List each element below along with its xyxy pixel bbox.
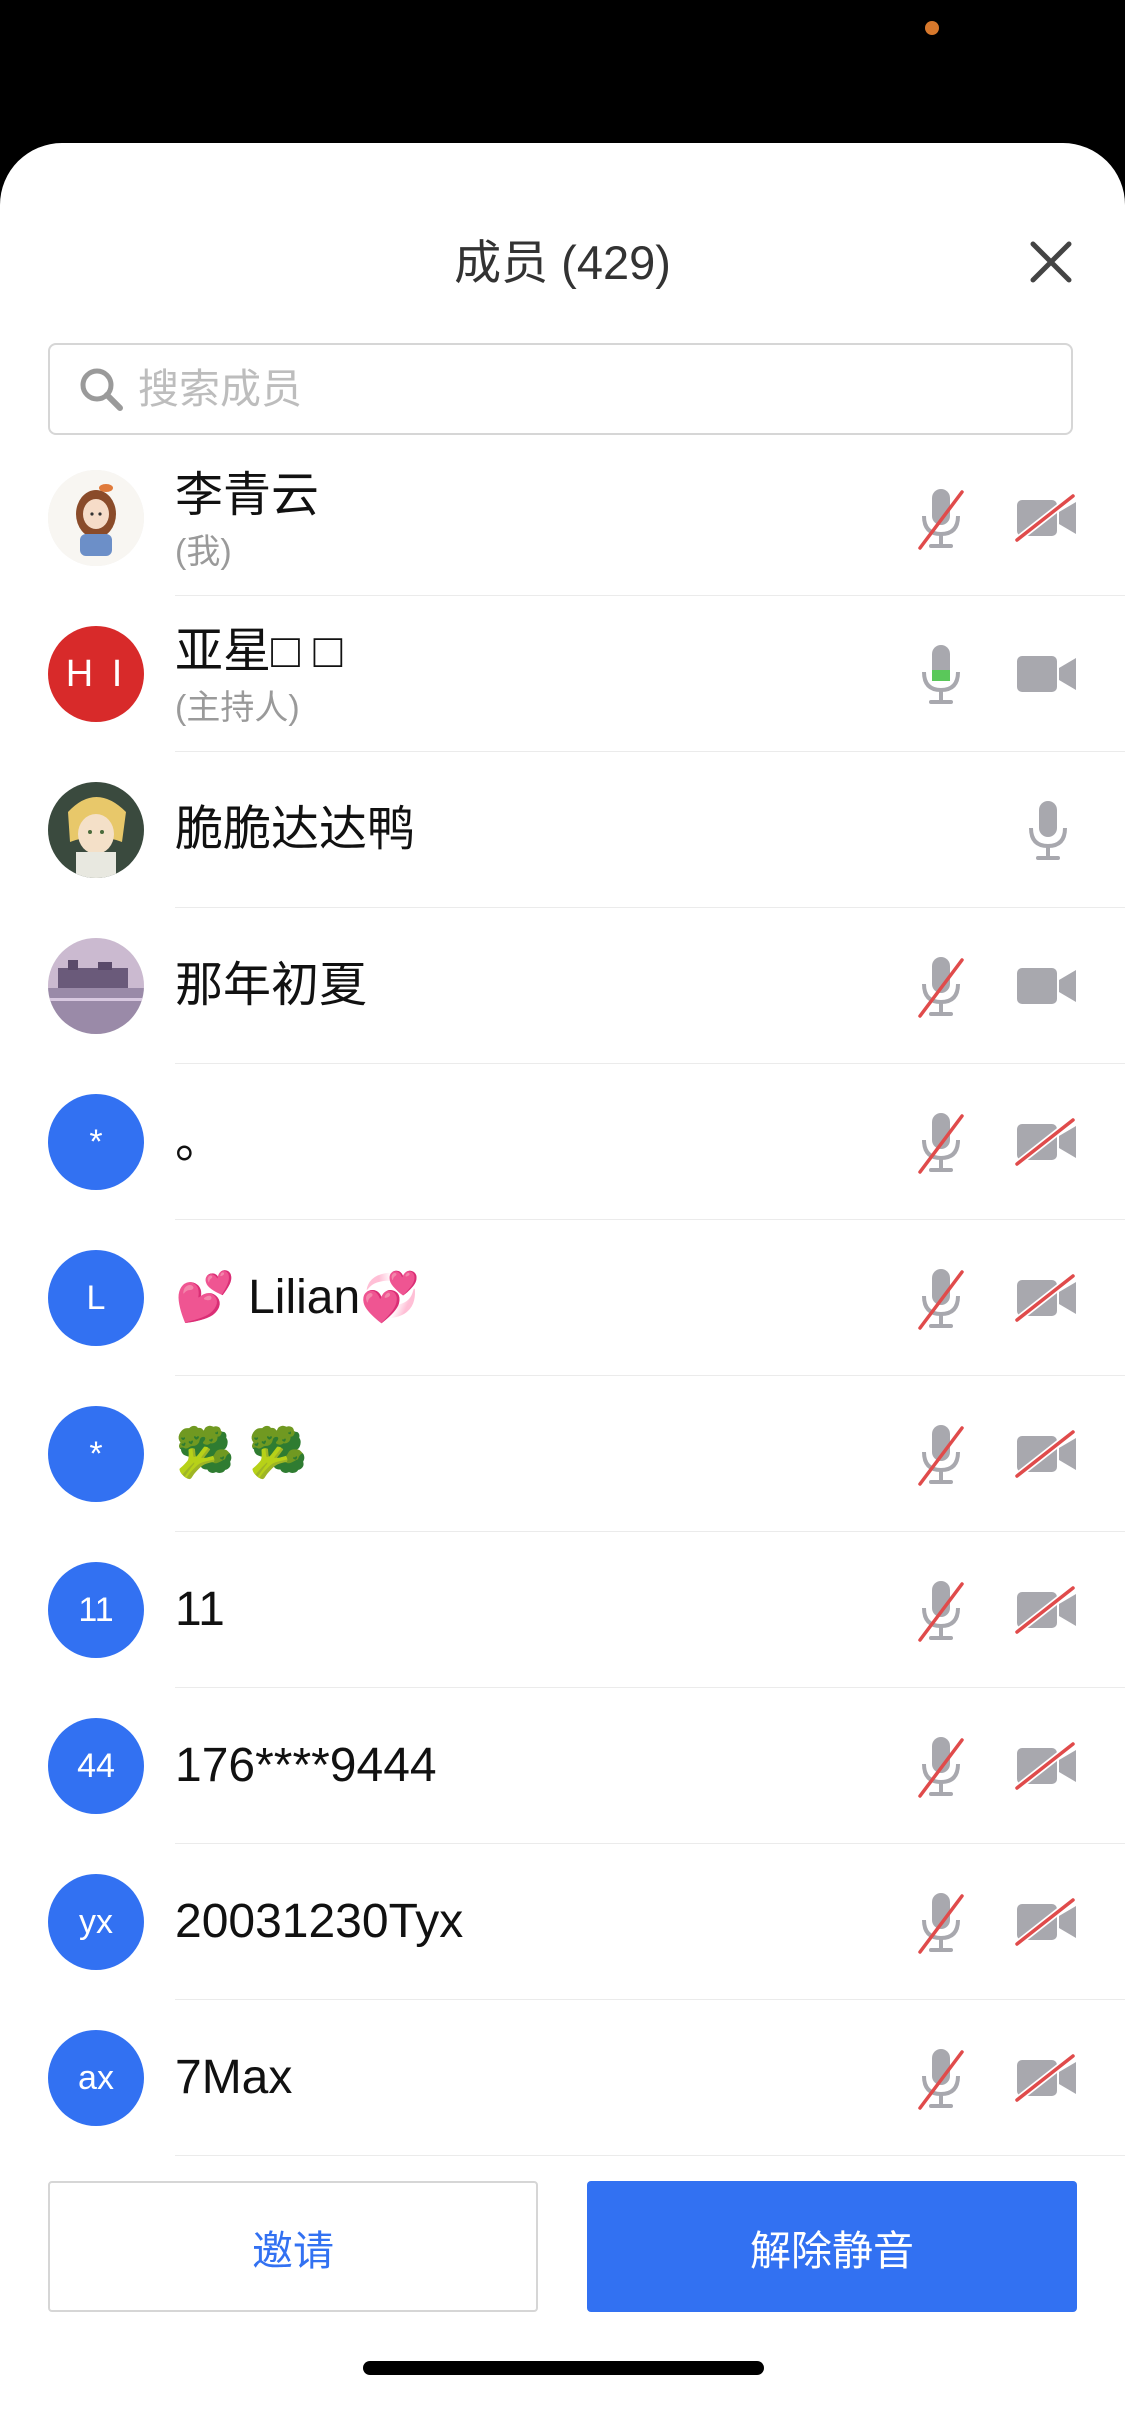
mic-muted-icon[interactable] <box>916 1578 966 1644</box>
member-row[interactable]: 44 176****9444 <box>0 1688 1125 1844</box>
microphone-icon[interactable] <box>916 642 966 708</box>
member-name: 11 <box>175 1583 225 1636</box>
recording-indicator-dot <box>925 21 939 35</box>
avatar <box>48 938 144 1034</box>
camera-icon[interactable] <box>1015 962 1078 1010</box>
avatar: yx <box>48 1874 144 1970</box>
row-divider <box>175 2155 1125 2156</box>
avatar-initials: L <box>86 1278 106 1317</box>
avatar: 11 <box>48 1562 144 1658</box>
avatar <box>48 470 144 566</box>
avatar-initials: 11 <box>78 1590 114 1629</box>
member-row[interactable]: 李青云 (我) <box>0 440 1125 596</box>
avatar: L <box>48 1250 144 1346</box>
member-name: 亚星□ □ <box>175 625 343 678</box>
member-name: 7Max <box>175 2051 293 2104</box>
member-role: (主持人) <box>175 689 300 727</box>
mic-muted-icon[interactable] <box>916 954 966 1020</box>
camera-off-icon[interactable] <box>1014 2053 1078 2103</box>
microphone-icon[interactable] <box>1023 798 1073 864</box>
member-row[interactable]: L 💕 Lilian💞 <box>0 1220 1125 1376</box>
member-name: 李青云 <box>175 469 320 522</box>
member-row[interactable]: *。 <box>0 1064 1125 1220</box>
member-row[interactable]: 11 11 <box>0 1532 1125 1688</box>
member-role: (我) <box>175 533 232 571</box>
camera-icon[interactable] <box>1015 650 1078 698</box>
mic-muted-icon[interactable] <box>916 2046 966 2112</box>
member-row[interactable]: 脆脆达达鸭 <box>0 752 1125 908</box>
member-row[interactable]: ax 7Max <box>0 2000 1125 2156</box>
camera-off-icon[interactable] <box>1014 1429 1078 1479</box>
member-name: 🥦 🥦 <box>175 1427 308 1480</box>
mic-muted-icon[interactable] <box>916 486 966 552</box>
avatar: * <box>48 1406 144 1502</box>
page-title: 成员 (429) <box>454 236 671 289</box>
avatar-initials: yx <box>79 1902 113 1941</box>
invite-button[interactable]: 邀请 <box>48 2181 538 2312</box>
search-icon <box>80 368 123 411</box>
search-input[interactable] <box>136 364 1071 414</box>
avatar: H I <box>48 626 144 722</box>
mic-muted-icon[interactable] <box>916 1890 966 1956</box>
member-row[interactable]: * 🥦 🥦 <box>0 1376 1125 1532</box>
member-name: 那年初夏 <box>175 959 368 1012</box>
member-row[interactable]: yx 20031230Tyx <box>0 1844 1125 2000</box>
home-indicator <box>363 2361 764 2375</box>
camera-off-icon[interactable] <box>1014 1741 1078 1791</box>
members-sheet: 成员 (429) 李青云(我)H I亚星□ □(主持人)脆脆达达鸭那年初夏*。L… <box>0 143 1125 2436</box>
mic-muted-icon[interactable] <box>916 1422 966 1488</box>
avatar-initials: 44 <box>77 1746 115 1785</box>
avatar: 44 <box>48 1718 144 1814</box>
member-row[interactable]: 那年初夏 <box>0 908 1125 1064</box>
mic-muted-icon[interactable] <box>916 1734 966 1800</box>
camera-off-icon[interactable] <box>1014 493 1078 543</box>
member-row[interactable]: H I 亚星□ □ (主持人) <box>0 596 1125 752</box>
close-icon[interactable] <box>1027 238 1075 286</box>
member-name: 20031230Tyx <box>175 1895 464 1948</box>
member-name: 176****9444 <box>175 1739 437 1792</box>
mic-muted-icon[interactable] <box>916 1266 966 1332</box>
avatar-initials: ax <box>78 2058 114 2097</box>
member-name: 脆脆达达鸭 <box>175 803 416 856</box>
search-box[interactable] <box>48 343 1073 435</box>
camera-off-icon[interactable] <box>1014 1897 1078 1947</box>
avatar <box>48 782 144 878</box>
avatar: ax <box>48 2030 144 2126</box>
avatar: * <box>48 1094 144 1190</box>
member-name: 。 <box>175 1115 224 1168</box>
camera-off-icon[interactable] <box>1014 1585 1078 1635</box>
avatar-initials: H I <box>65 652 127 695</box>
avatar-initials: * <box>89 1434 103 1473</box>
avatar-initials: * <box>89 1122 103 1161</box>
camera-off-icon[interactable] <box>1014 1273 1078 1323</box>
member-name: 💕 Lilian💞 <box>175 1271 420 1324</box>
unmute-all-button[interactable]: 解除静音 <box>587 2181 1077 2312</box>
camera-off-icon[interactable] <box>1014 1117 1078 1167</box>
mic-muted-icon[interactable] <box>916 1110 966 1176</box>
